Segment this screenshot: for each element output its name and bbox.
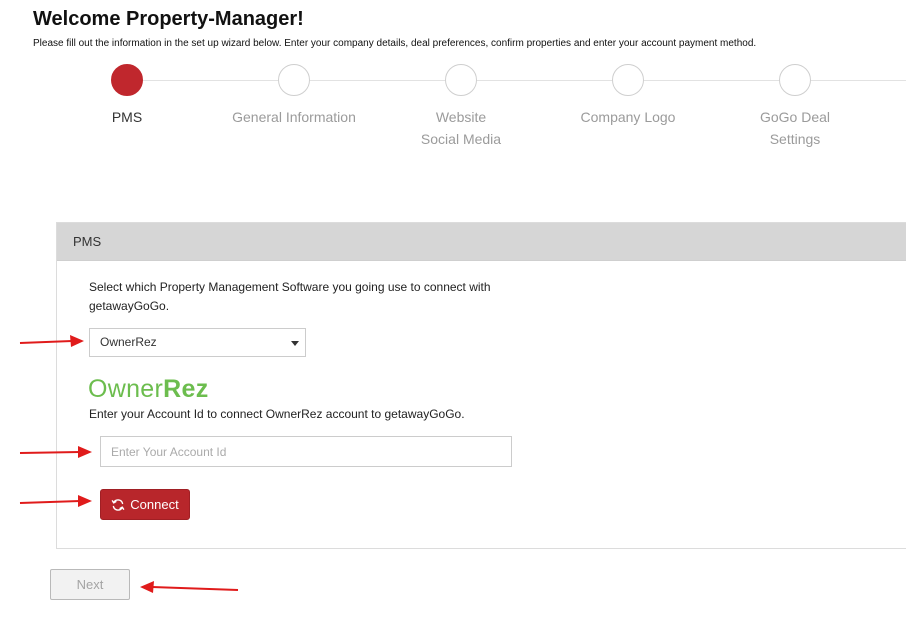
connect-button-label: Connect (130, 497, 179, 512)
connect-button[interactable]: Connect (100, 489, 190, 520)
connect-instruction-text: Enter your Account Id to connect OwnerRe… (89, 407, 465, 421)
step-indicator-circle (612, 64, 644, 96)
panel-header: PMS (57, 223, 906, 261)
step-label: Company Logo (580, 109, 676, 125)
setup-wizard-steps: PMS General Information Website Social M… (0, 64, 906, 154)
step-gogo-deal-settings[interactable]: GoGo Deal Settings (715, 64, 875, 150)
step-indicator-circle (779, 64, 811, 96)
chevron-down-icon (291, 341, 299, 346)
refresh-icon (111, 498, 125, 511)
step-label-line2: Social Media (420, 131, 502, 147)
next-button[interactable]: Next (50, 569, 130, 600)
step-indicator-circle (111, 64, 143, 96)
pms-select-value: OwnerRez (100, 335, 157, 349)
page-title: Welcome Property-Manager! (33, 8, 304, 30)
step-indicator-circle (445, 64, 477, 96)
pms-select-dropdown[interactable]: OwnerRez (89, 328, 306, 357)
step-label: Website (435, 109, 487, 125)
step-label: General Information (232, 109, 356, 125)
step-label: GoGo Deal (759, 109, 831, 125)
page-subtitle: Please fill out the information in the s… (33, 38, 757, 49)
step-company-logo[interactable]: Company Logo (548, 64, 708, 128)
account-id-input[interactable] (100, 436, 512, 467)
pms-panel: PMS Select which Property Management Sof… (56, 222, 906, 549)
pms-instruction-text: Select which Property Management Softwar… (89, 280, 491, 313)
step-label: PMS (111, 109, 143, 125)
step-indicator-circle (278, 64, 310, 96)
step-website-social-media[interactable]: Website Social Media (381, 64, 541, 150)
step-general-information[interactable]: General Information (214, 64, 374, 128)
step-label-line2: Settings (769, 131, 821, 147)
annotation-arrow-next (140, 581, 239, 593)
step-pms[interactable]: PMS (47, 64, 207, 128)
ownerrez-logo: OwnerRez (88, 375, 209, 403)
